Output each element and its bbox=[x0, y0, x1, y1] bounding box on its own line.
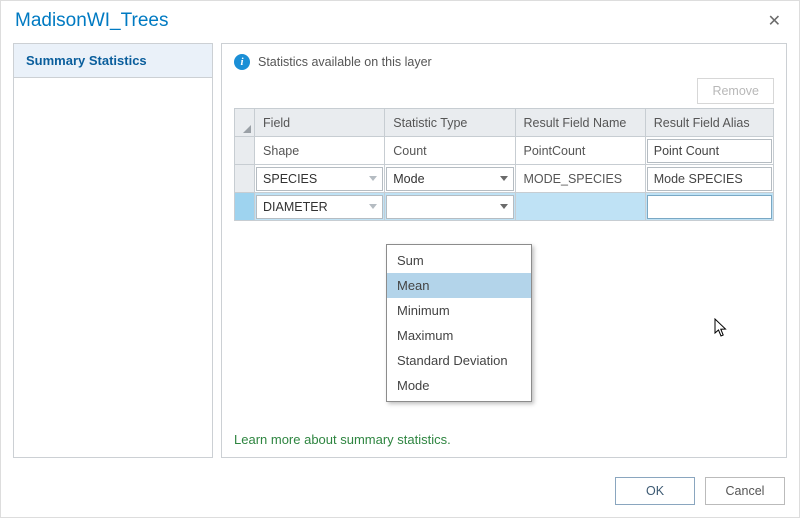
result-field-name-cell bbox=[516, 193, 645, 220]
info-text: Statistics available on this layer bbox=[258, 55, 432, 69]
dropdown-option[interactable]: Standard Deviation bbox=[387, 348, 531, 373]
statistics-grid: Field Statistic Type Result Field Name R… bbox=[234, 108, 774, 221]
remove-button[interactable]: Remove bbox=[697, 78, 774, 104]
row-header[interactable] bbox=[235, 165, 255, 193]
field-cell: Shape bbox=[255, 137, 384, 164]
grid-header: Field Statistic Type Result Field Name R… bbox=[235, 109, 774, 137]
statistic-type-combo[interactable]: Mode bbox=[386, 167, 513, 191]
result-field-alias-input[interactable]: Mode SPECIES bbox=[647, 167, 772, 191]
sidebar-item-summary-statistics[interactable]: Summary Statistics bbox=[14, 44, 212, 78]
statistic-type-dropdown[interactable]: SumMeanMinimumMaximumStandard DeviationM… bbox=[386, 244, 532, 402]
sidebar: Summary Statistics bbox=[13, 43, 213, 458]
row-header[interactable] bbox=[235, 193, 255, 221]
grid-row: SPECIES Mode MODE_SPECIESMode SPECIES bbox=[235, 165, 774, 193]
dropdown-option[interactable]: Mean bbox=[387, 273, 531, 298]
cancel-button[interactable]: Cancel bbox=[705, 477, 785, 505]
dropdown-option[interactable]: Mode bbox=[387, 373, 531, 398]
learn-more-link[interactable]: Learn more about summary statistics. bbox=[234, 432, 451, 447]
field-combo-value: SPECIES bbox=[263, 172, 317, 186]
dropdown-option[interactable]: Minimum bbox=[387, 298, 531, 323]
dropdown-option[interactable]: Sum bbox=[387, 248, 531, 273]
col-header-result-field-name[interactable]: Result Field Name bbox=[515, 109, 645, 137]
col-header-result-field-alias[interactable]: Result Field Alias bbox=[645, 109, 773, 137]
result-field-alias-input[interactable]: Point Count bbox=[647, 139, 772, 163]
field-combo-value: DIAMETER bbox=[263, 200, 328, 214]
chevron-down-icon bbox=[368, 202, 378, 212]
dialog-title: MadisonWI_Trees bbox=[15, 10, 168, 32]
field-combo[interactable]: DIAMETER bbox=[256, 195, 383, 219]
ok-button[interactable]: OK bbox=[615, 477, 695, 505]
statistic-type-combo-value: Mode bbox=[393, 172, 424, 186]
result-field-name-cell: MODE_SPECIES bbox=[516, 165, 645, 192]
dropdown-option[interactable]: Maximum bbox=[387, 323, 531, 348]
chevron-down-icon bbox=[499, 202, 509, 212]
col-header-field[interactable]: Field bbox=[255, 109, 385, 137]
corner-cell[interactable] bbox=[235, 109, 255, 137]
field-combo[interactable]: SPECIES bbox=[256, 167, 383, 191]
info-icon: i bbox=[234, 54, 250, 70]
chevron-down-icon bbox=[499, 174, 509, 184]
chevron-down-icon bbox=[368, 174, 378, 184]
statistic-type-cell: Count bbox=[385, 137, 514, 164]
cursor-pointer-icon bbox=[714, 318, 730, 338]
statistic-type-combo[interactable] bbox=[386, 195, 513, 219]
close-button[interactable]: ✕ bbox=[762, 9, 787, 33]
main-panel: i Statistics available on this layer Rem… bbox=[221, 43, 787, 458]
col-header-statistic-type[interactable]: Statistic Type bbox=[385, 109, 515, 137]
grid-row: DIAMETER bbox=[235, 193, 774, 221]
grid-row: ShapeCountPointCountPoint Count bbox=[235, 137, 774, 165]
result-field-name-cell: PointCount bbox=[516, 137, 645, 164]
result-field-alias-input[interactable] bbox=[647, 195, 772, 219]
row-header[interactable] bbox=[235, 137, 255, 165]
